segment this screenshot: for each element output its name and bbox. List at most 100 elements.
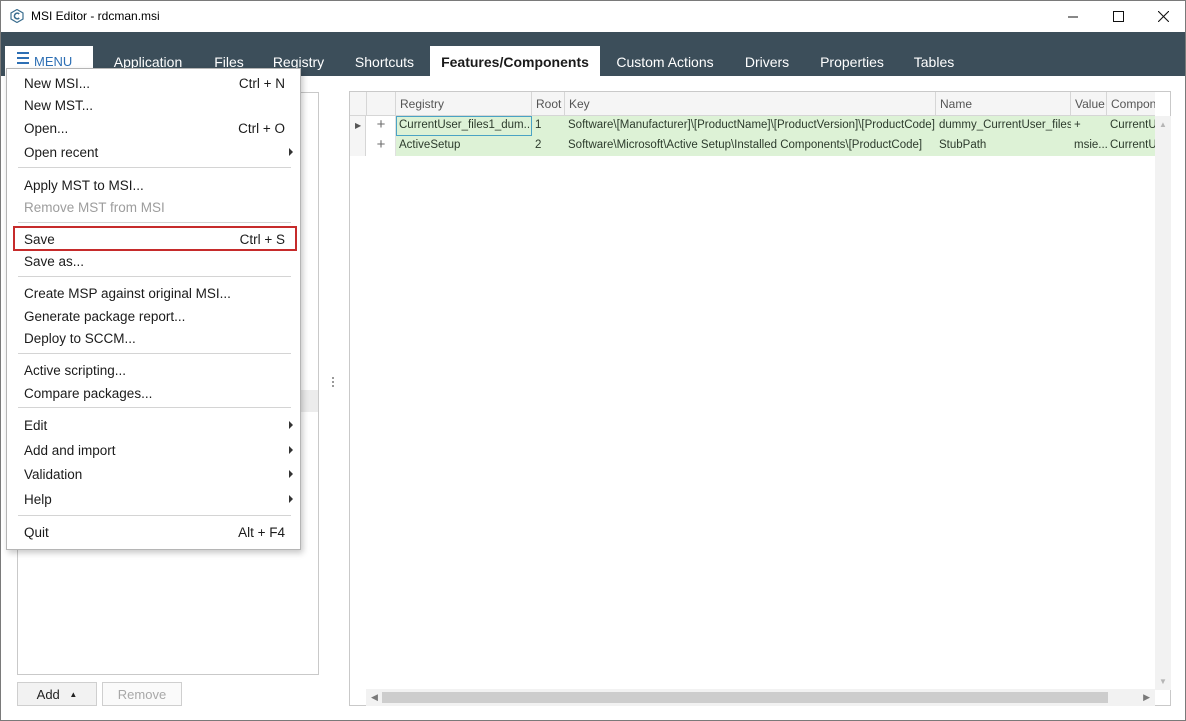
cell-name[interactable]: dummy_CurrentUser_files1: [936, 116, 1071, 136]
scroll-left-icon[interactable]: ◀: [371, 692, 378, 703]
menu-item-deploy-sccm[interactable]: Deploy to SCCM...: [7, 328, 300, 350]
submenu-arrow-icon: [289, 421, 293, 429]
tab-tables[interactable]: Tables: [902, 46, 966, 76]
menu-item-label: Quit: [24, 525, 49, 540]
menu-item-open-recent[interactable]: Open recent: [7, 142, 300, 164]
menu-item-apply-mst[interactable]: Apply MST to MSI...: [7, 175, 300, 197]
column-header-name[interactable]: Name: [936, 92, 1071, 116]
menu-item-label: New MSI...: [24, 76, 91, 91]
menu-separator: [18, 276, 291, 277]
expand-row-button[interactable]: +: [367, 116, 396, 136]
row-indicator-icon: ▶: [350, 116, 366, 136]
menu-item-label: Create MSP against original MSI...: [24, 286, 231, 301]
menu-item-label: Save as...: [24, 254, 85, 269]
menu-button-label: MENU: [34, 54, 73, 69]
header-indicator-cell: [350, 92, 367, 116]
cell-key[interactable]: Software\[Manufacturer]\[ProductName]\[P…: [565, 116, 936, 136]
menu-item-shortcut: Alt + F4: [238, 525, 285, 540]
horizontal-scroll-thumb[interactable]: [382, 692, 1108, 703]
menu-item-label: Open...: [24, 121, 69, 136]
menu-item-label: New MST...: [24, 98, 94, 113]
column-header-value[interactable]: Value: [1071, 92, 1107, 116]
tab-features-components[interactable]: Features/Components: [430, 46, 600, 76]
cell-name[interactable]: StubPath: [936, 136, 1071, 156]
cell-value[interactable]: +: [1071, 116, 1107, 136]
app-logo-icon: [10, 9, 24, 23]
add-button-label: Add: [36, 687, 60, 702]
vertical-scrollbar[interactable]: ▲ ▼: [1155, 116, 1171, 690]
column-header-key[interactable]: Key: [565, 92, 936, 116]
menu-item-label: Deploy to SCCM...: [24, 331, 136, 346]
cell-key[interactable]: Software\Microsoft\Active Setup\Installe…: [565, 136, 936, 156]
menu-item-validation[interactable]: Validation: [7, 464, 300, 486]
maximize-icon: [1112, 11, 1124, 22]
menu-item-label: Compare packages...: [24, 386, 153, 401]
cell-root[interactable]: 2: [532, 136, 565, 156]
menu-separator: [18, 353, 291, 354]
menu-item-shortcut: Ctrl + O: [238, 121, 285, 136]
registry-grid[interactable]: Registry Root Key Name Value Component ▶…: [349, 91, 1171, 706]
main-menu-dropdown: New MSI... Ctrl + N New MST... Open... Ctr…: [6, 68, 301, 550]
pane-splitter[interactable]: [332, 377, 336, 391]
dropdown-arrow-icon: ▲: [69, 690, 78, 699]
app-window: MSI Editor - rdcman.msi MENU Application…: [0, 0, 1186, 721]
minimize-button[interactable]: [1050, 1, 1096, 32]
menu-item-open[interactable]: Open... Ctrl + O: [7, 118, 300, 140]
menu-item-create-msp[interactable]: Create MSP against original MSI...: [7, 283, 300, 305]
menu-item-edit[interactable]: Edit: [7, 415, 300, 437]
cell-registry[interactable]: ActiveSetup: [396, 136, 532, 156]
menu-separator: [18, 222, 291, 223]
tab-properties[interactable]: Properties: [808, 46, 896, 76]
menu-item-label: Add and import: [24, 443, 116, 458]
submenu-arrow-icon: [289, 470, 293, 478]
menu-item-quit[interactable]: Quit Alt + F4: [7, 522, 300, 544]
submenu-arrow-icon: [289, 495, 293, 503]
scroll-right-icon[interactable]: ▶: [1143, 692, 1150, 703]
scroll-down-icon[interactable]: ▼: [1159, 677, 1167, 686]
tab-shortcuts[interactable]: Shortcuts: [341, 46, 428, 76]
menu-separator: [18, 407, 291, 408]
scroll-up-icon[interactable]: ▲: [1159, 120, 1167, 129]
menu-item-generate-report[interactable]: Generate package report...: [7, 306, 300, 328]
submenu-arrow-icon: [289, 148, 293, 156]
header-expand-cell: [367, 92, 396, 116]
column-header-registry[interactable]: Registry: [396, 92, 532, 116]
menu-item-label: Generate package report...: [24, 309, 186, 324]
tree-selection-strip: [301, 390, 318, 412]
window-title: MSI Editor - rdcman.msi: [31, 9, 160, 23]
save-highlight-box: [13, 226, 297, 251]
cell-component[interactable]: CurrentUser_files1: [1107, 116, 1155, 136]
maximize-button[interactable]: [1095, 1, 1141, 32]
menu-separator: [18, 515, 291, 516]
cell-root[interactable]: 1: [532, 116, 565, 136]
hamburger-icon: [17, 52, 29, 67]
menu-item-new-msi[interactable]: New MSI... Ctrl + N: [7, 73, 300, 95]
minimize-icon: [1067, 16, 1078, 18]
menu-item-active-scripting[interactable]: Active scripting...: [7, 360, 300, 382]
tab-drivers[interactable]: Drivers: [732, 46, 802, 76]
cell-component[interactable]: CurrentUser_files1: [1107, 136, 1155, 156]
menu-item-label: Open recent: [24, 145, 99, 160]
menu-item-compare-packages[interactable]: Compare packages...: [7, 383, 300, 405]
menu-item-add-and-import[interactable]: Add and import: [7, 440, 300, 462]
column-header-component[interactable]: Component: [1107, 92, 1155, 116]
menu-item-label: Help: [24, 492, 52, 507]
grid-header: Registry Root Key Name Value Component: [350, 92, 1155, 116]
menu-separator: [18, 167, 291, 168]
menu-item-save-as[interactable]: Save as...: [7, 251, 300, 273]
expand-row-button[interactable]: +: [367, 136, 396, 156]
menu-item-help[interactable]: Help: [7, 489, 300, 511]
cell-value[interactable]: msie...: [1071, 136, 1107, 156]
table-row[interactable]: + ActiveSetup 2 Software\Microsoft\Activ…: [350, 136, 1155, 156]
table-row[interactable]: ▶ + CurrentUser_files1_dum... 1 Software…: [350, 116, 1155, 136]
close-button[interactable]: [1140, 1, 1186, 32]
menu-item-shortcut: Ctrl + N: [238, 76, 285, 91]
remove-button[interactable]: Remove: [102, 682, 182, 706]
menu-item-label: Remove MST from MSI: [24, 200, 165, 215]
menu-item-new-mst[interactable]: New MST...: [7, 95, 300, 117]
cell-registry[interactable]: CurrentUser_files1_dum...: [396, 116, 532, 136]
tab-custom-actions[interactable]: Custom Actions: [604, 46, 726, 76]
horizontal-scrollbar[interactable]: ◀ ▶: [366, 689, 1155, 706]
column-header-root[interactable]: Root: [532, 92, 565, 116]
add-button[interactable]: Add ▲: [17, 682, 97, 706]
